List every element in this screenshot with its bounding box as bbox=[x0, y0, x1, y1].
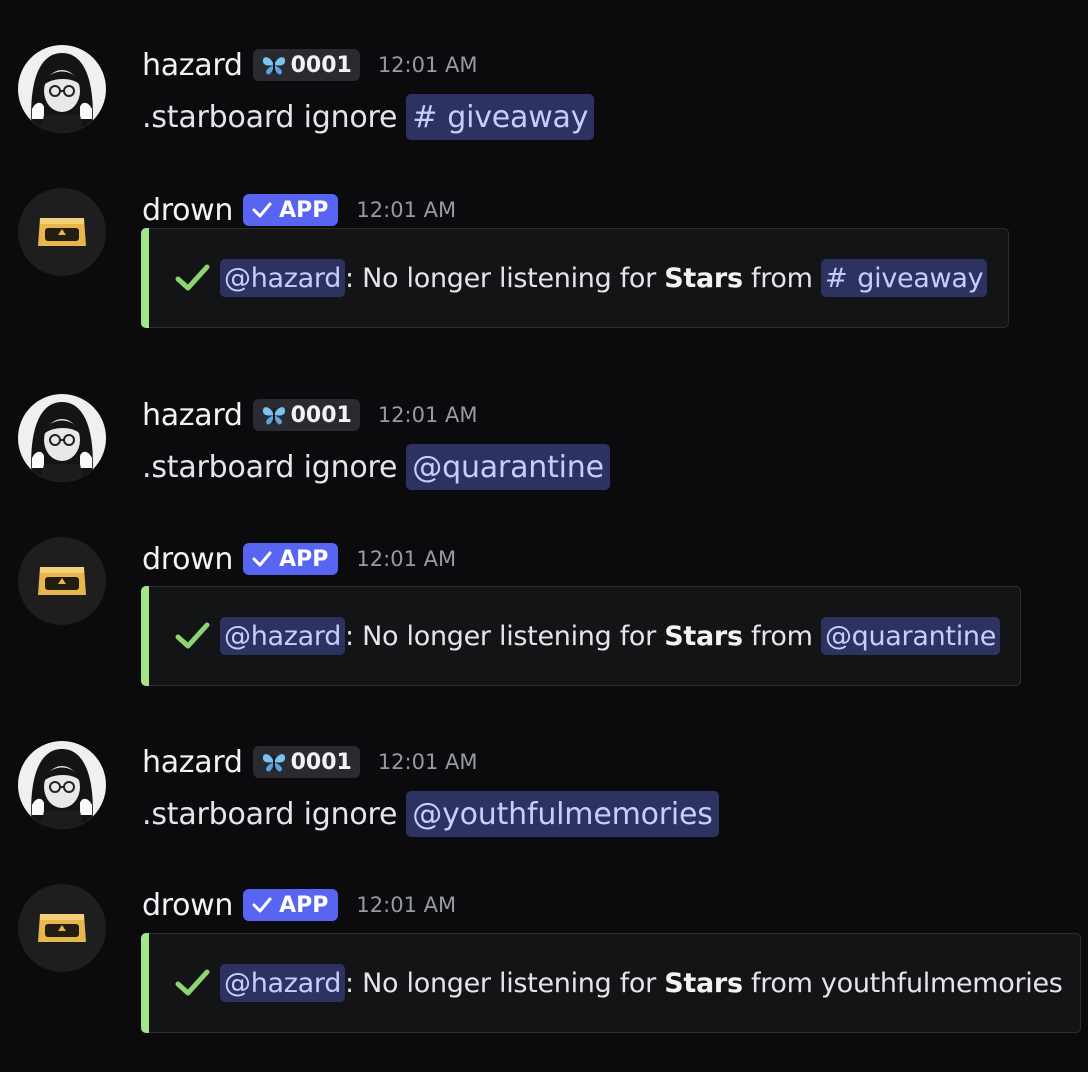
embed-text: from bbox=[751, 262, 813, 294]
golden-goggles-avatar-icon bbox=[18, 537, 106, 625]
embed-text: No longer listening for bbox=[362, 967, 656, 999]
embed-text: from youthfulmemories bbox=[751, 967, 1063, 999]
user-tag[interactable]: 0001 bbox=[252, 49, 360, 81]
embed: @hazard : No longer listening for Stars … bbox=[141, 933, 1081, 1033]
embed-text: from bbox=[751, 620, 813, 652]
app-badge: APP bbox=[243, 889, 339, 921]
message-content: .starboard ignore @quarantine bbox=[142, 443, 610, 491]
avatar[interactable] bbox=[18, 45, 106, 133]
user-mention[interactable]: @hazard bbox=[220, 964, 346, 1002]
message-header: drown APP 12:01 AM bbox=[142, 190, 456, 230]
username[interactable]: hazard bbox=[142, 48, 243, 83]
message-header: drown APP 12:01 AM bbox=[142, 885, 456, 925]
embed-description: @hazard : No longer listening for Stars … bbox=[174, 587, 1001, 685]
green-checkmark-icon bbox=[175, 264, 210, 291]
golden-goggles-avatar-icon bbox=[18, 884, 106, 972]
butterfly-icon bbox=[262, 754, 285, 772]
user-tag-text: 0001 bbox=[290, 749, 352, 775]
channel-hash: # bbox=[412, 99, 438, 135]
app-badge-label: APP bbox=[279, 546, 329, 572]
app-badge: APP bbox=[243, 194, 339, 226]
channel-mention[interactable]: # giveaway bbox=[820, 259, 988, 297]
user-mention[interactable]: @hazard bbox=[220, 259, 346, 297]
message-text: .starboard ignore bbox=[142, 99, 398, 135]
app-badge-label: APP bbox=[279, 197, 329, 223]
embed-description: @hazard : No longer listening for Stars … bbox=[174, 934, 1063, 1032]
channel-mention[interactable]: # giveaway bbox=[406, 94, 595, 140]
green-checkmark-icon bbox=[175, 622, 210, 649]
user-tag-text: 0001 bbox=[290, 402, 352, 428]
anime-girl-avatar-icon bbox=[18, 394, 106, 482]
golden-goggles-avatar-icon bbox=[18, 188, 106, 276]
avatar[interactable] bbox=[18, 394, 106, 482]
embed-bold-text: Stars bbox=[664, 262, 743, 294]
timestamp[interactable]: 12:01 AM bbox=[356, 547, 456, 571]
checkmark-icon bbox=[252, 897, 272, 913]
channel-name: giveaway bbox=[857, 262, 984, 294]
message-header: hazard 0001 12:01 AM bbox=[142, 395, 478, 435]
message-text: .starboard ignore bbox=[142, 449, 398, 485]
embed-separator: : bbox=[345, 262, 354, 294]
butterfly-icon bbox=[262, 57, 285, 75]
embed-separator: : bbox=[345, 967, 354, 999]
role-mention[interactable]: @quarantine bbox=[406, 444, 610, 490]
embed-description: @hazard : No longer listening for Stars … bbox=[174, 229, 988, 327]
timestamp[interactable]: 12:01 AM bbox=[378, 750, 478, 774]
role-mention[interactable]: @youthfulmemories bbox=[406, 791, 719, 837]
green-checkmark-icon bbox=[175, 969, 210, 996]
message-text: .starboard ignore bbox=[142, 796, 398, 832]
user-tag-text: 0001 bbox=[290, 52, 352, 78]
anime-girl-avatar-icon bbox=[18, 45, 106, 133]
embed-bold-text: Stars bbox=[664, 620, 743, 652]
username[interactable]: drown bbox=[142, 888, 233, 923]
message-header: hazard 0001 12:01 AM bbox=[142, 45, 478, 85]
timestamp[interactable]: 12:01 AM bbox=[378, 403, 478, 427]
username[interactable]: hazard bbox=[142, 398, 243, 433]
username[interactable]: drown bbox=[142, 193, 233, 228]
embed-text: No longer listening for bbox=[362, 620, 656, 652]
timestamp[interactable]: 12:01 AM bbox=[356, 893, 456, 917]
avatar[interactable] bbox=[18, 537, 106, 625]
username[interactable]: hazard bbox=[142, 745, 243, 780]
embed-bold-text: Stars bbox=[664, 967, 743, 999]
avatar[interactable] bbox=[18, 884, 106, 972]
user-tag[interactable]: 0001 bbox=[252, 399, 360, 431]
role-mention[interactable]: @quarantine bbox=[820, 617, 1001, 655]
channel-hash: # bbox=[824, 262, 848, 294]
timestamp[interactable]: 12:01 AM bbox=[356, 198, 456, 222]
timestamp[interactable]: 12:01 AM bbox=[378, 53, 478, 77]
checkmark-icon bbox=[252, 202, 272, 218]
embed-accent-bar bbox=[141, 586, 149, 686]
embed: @hazard : No longer listening for Stars … bbox=[141, 586, 1021, 686]
message-header: hazard 0001 12:01 AM bbox=[142, 742, 478, 782]
message-content: .starboard ignore @youthfulmemories bbox=[142, 790, 719, 838]
butterfly-icon bbox=[262, 407, 285, 425]
user-tag[interactable]: 0001 bbox=[252, 746, 360, 778]
app-badge-label: APP bbox=[279, 892, 329, 918]
embed-text: No longer listening for bbox=[362, 262, 656, 294]
anime-girl-avatar-icon bbox=[18, 741, 106, 829]
embed-accent-bar bbox=[141, 933, 149, 1033]
username[interactable]: drown bbox=[142, 542, 233, 577]
embed: @hazard : No longer listening for Stars … bbox=[141, 228, 1009, 328]
user-mention[interactable]: @hazard bbox=[220, 617, 346, 655]
checkmark-icon bbox=[252, 551, 272, 567]
message-header: drown APP 12:01 AM bbox=[142, 539, 456, 579]
app-badge: APP bbox=[243, 543, 339, 575]
channel-name: giveaway bbox=[447, 99, 589, 135]
message-content: .starboard ignore # giveaway bbox=[142, 93, 595, 141]
embed-accent-bar bbox=[141, 228, 149, 328]
avatar[interactable] bbox=[18, 188, 106, 276]
avatar[interactable] bbox=[18, 741, 106, 829]
embed-separator: : bbox=[345, 620, 354, 652]
